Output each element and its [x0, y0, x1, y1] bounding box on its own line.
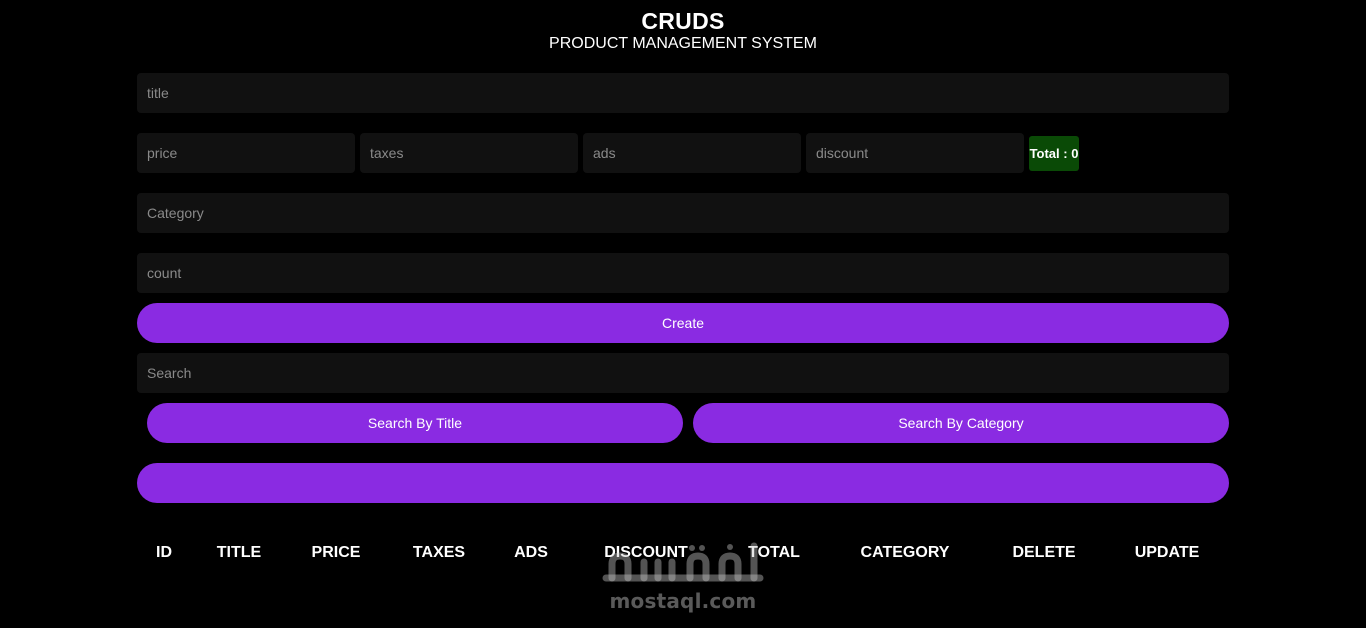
column-header-discount: DISCOUNT: [604, 544, 688, 561]
column-header-category: CATEGORY: [860, 544, 950, 561]
page-subtitle: PRODUCT MANAGEMENT SYSTEM: [549, 35, 817, 52]
column-header-update: UPDATE: [1134, 544, 1200, 561]
column-header-ads: ADS: [514, 544, 548, 561]
products-table-header: ID TITLE PRICE TAXES ADS DISCOUNT TOTAL …: [137, 540, 1229, 568]
count-input[interactable]: [137, 253, 1229, 293]
column-header-price: PRICE: [311, 544, 361, 561]
page-title: CRUDS: [641, 8, 725, 34]
taxes-input[interactable]: [360, 133, 578, 173]
search-by-title-button[interactable]: Search By Title: [147, 403, 683, 443]
mostaql-logo-latin: mostaql.com: [609, 589, 757, 613]
delete-all-button[interactable]: [137, 463, 1229, 503]
discount-input[interactable]: [806, 133, 1024, 173]
column-header-delete: DELETE: [1012, 544, 1076, 561]
column-header-id: ID: [156, 544, 172, 561]
column-header-title: TITLE: [216, 544, 262, 561]
search-input[interactable]: [137, 353, 1229, 393]
total-badge: Total : 0: [1029, 136, 1079, 171]
create-button[interactable]: Create: [137, 303, 1229, 343]
page-header: CRUDS PRODUCT MANAGEMENT SYSTEM: [0, 0, 1366, 53]
column-header-total: TOTAL: [748, 544, 800, 561]
total-label: Total : 0: [1029, 146, 1079, 161]
category-input[interactable]: [137, 193, 1229, 233]
search-by-category-button[interactable]: Search By Category: [693, 403, 1229, 443]
column-header-taxes: TAXES: [412, 544, 466, 561]
price-input[interactable]: [137, 133, 355, 173]
title-input[interactable]: [137, 73, 1229, 113]
cruds-page: CRUDS PRODUCT MANAGEMENT SYSTEM Total : …: [0, 0, 1366, 628]
ads-input[interactable]: [583, 133, 801, 173]
